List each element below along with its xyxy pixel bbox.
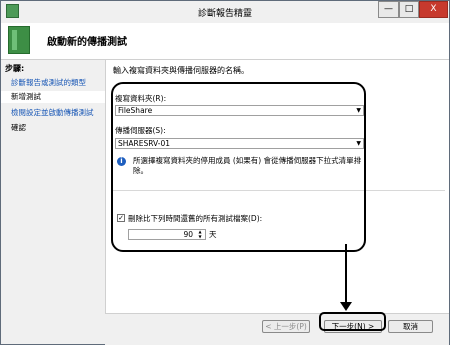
folder-value: FileShare	[118, 106, 153, 115]
title-bar: 診斷報告精靈 — □ X	[1, 1, 449, 23]
folder-label: 複寫資料夾(R):	[115, 94, 167, 103]
steps-sidebar: 步驟: 診斷報告或測試的類型 新增測試 檢閱設定並啟動傳播測試 確認	[1, 60, 106, 344]
close-button[interactable]: X	[419, 1, 448, 18]
info-text: 所選擇複寫資料夾的停用成員 (如果有) 會從傳播伺服器下拉式清單排除。	[133, 156, 362, 175]
server-label: 傳播伺服器(S):	[115, 126, 166, 135]
back-button[interactable]: < 上一步(P)	[262, 320, 310, 333]
wizard-footer: < 上一步(P) 下一步(N) > 取消	[105, 313, 449, 345]
minimize-button[interactable]: —	[378, 1, 399, 18]
maximize-button[interactable]: □	[399, 1, 419, 18]
days-stepper[interactable]: 90 ▲ ▼	[128, 229, 206, 240]
cancel-button[interactable]: 取消	[388, 320, 433, 333]
stepper-down-icon[interactable]: ▼	[196, 235, 204, 239]
server-value: SHARESRV-01	[118, 139, 170, 148]
intro-text: 輸入複寫資料夾與傳播伺服器的名稱。	[113, 66, 249, 75]
divider	[113, 190, 445, 191]
chevron-down-icon: ▼	[356, 140, 361, 147]
wizard-window: 診斷報告精靈 — □ X 啟動新的傳播測試 步驟: 診斷報告或測試的類型 新增測…	[0, 0, 450, 345]
info-icon: i	[117, 157, 126, 166]
server-select[interactable]: SHARESRV-01 ▼	[115, 138, 364, 149]
wizard-book-icon	[8, 26, 30, 54]
days-unit: 天	[209, 230, 217, 239]
delete-old-files-checkbox[interactable]: ✓	[117, 214, 125, 222]
next-button[interactable]: 下一步(N) >	[324, 320, 382, 333]
steps-heading: 步驟:	[5, 64, 25, 73]
wizard-title: 啟動新的傳播測試	[47, 37, 127, 48]
main-panel: 輸入複寫資料夾與傳播伺服器的名稱。 複寫資料夾(R): FileShare ▼ …	[106, 60, 449, 313]
step-review-settings[interactable]: 檢閱設定並啟動傳播測試	[11, 107, 94, 118]
days-value: 90	[183, 230, 193, 239]
wizard-header: 啟動新的傳播測試	[1, 23, 449, 60]
step-report-type[interactable]: 診斷報告或測試的類型	[11, 77, 86, 88]
folder-select[interactable]: FileShare ▼	[115, 105, 364, 116]
annotation-arrow-line	[345, 244, 347, 306]
step-confirm: 確認	[11, 123, 26, 132]
chevron-down-icon: ▼	[356, 107, 361, 114]
delete-old-files-label: 刪除比下列時間還舊的所有測試檔案(D):	[128, 214, 263, 223]
annotation-arrow-head	[340, 302, 352, 311]
step-add-test: 新增測試	[1, 91, 105, 103]
